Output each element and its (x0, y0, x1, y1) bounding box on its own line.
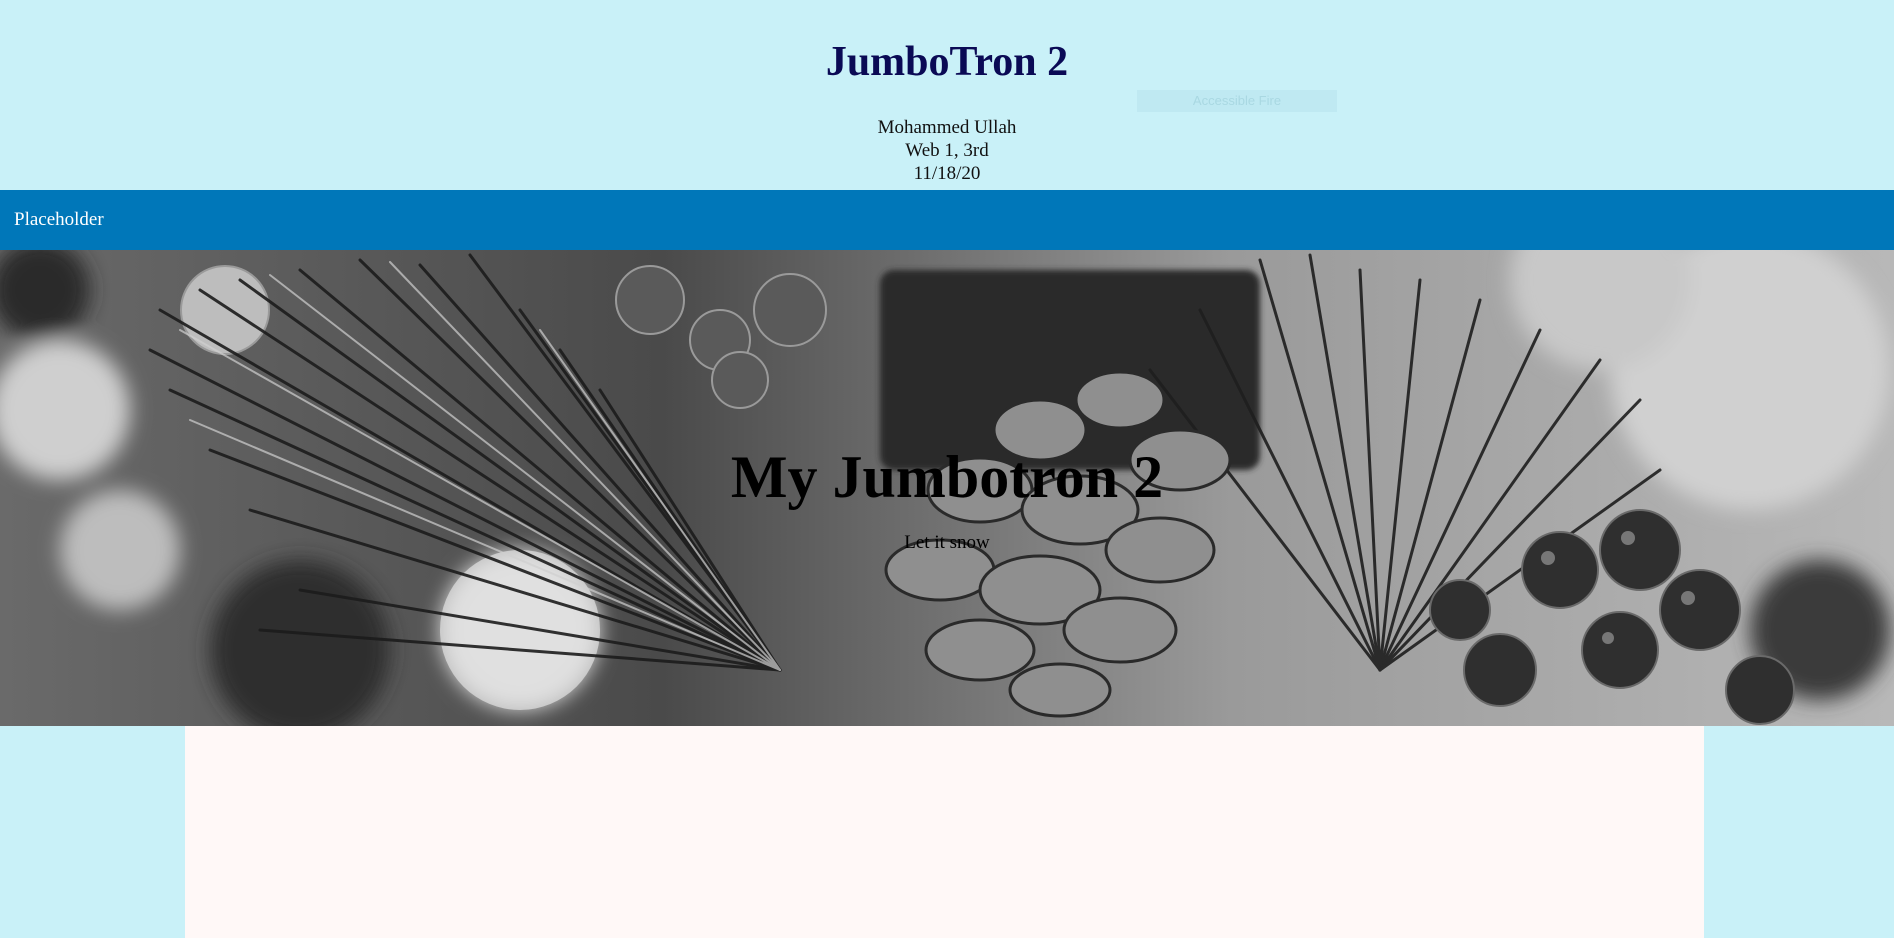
class-info: Web 1, 3rd (905, 140, 989, 161)
date-text: 11/18/20 (913, 163, 981, 184)
page-header: JumboTron 2 Mohammed Ullah Web 1, 3rd 11… (0, 0, 1894, 190)
author-name: Mohammed Ullah (877, 117, 1017, 138)
author-info: Mohammed Ullah Web 1, 3rd 11/18/20 (0, 116, 1894, 185)
main-content (185, 726, 1704, 938)
jumbotron-subtitle: Let it snow (904, 532, 990, 553)
site-title: JumboTron 2 (825, 39, 1069, 85)
navbar-brand-link[interactable]: Placeholder (14, 209, 104, 231)
jumbotron-content: My Jumbotron 2 Let it snow (0, 250, 1894, 554)
jumbotron-title: My Jumbotron 2 (730, 444, 1164, 510)
jumbotron: My Jumbotron 2 Let it snow (0, 250, 1894, 726)
navbar: Placeholder (0, 190, 1894, 250)
validator-badge[interactable]: Accessible Fire (1137, 90, 1337, 112)
